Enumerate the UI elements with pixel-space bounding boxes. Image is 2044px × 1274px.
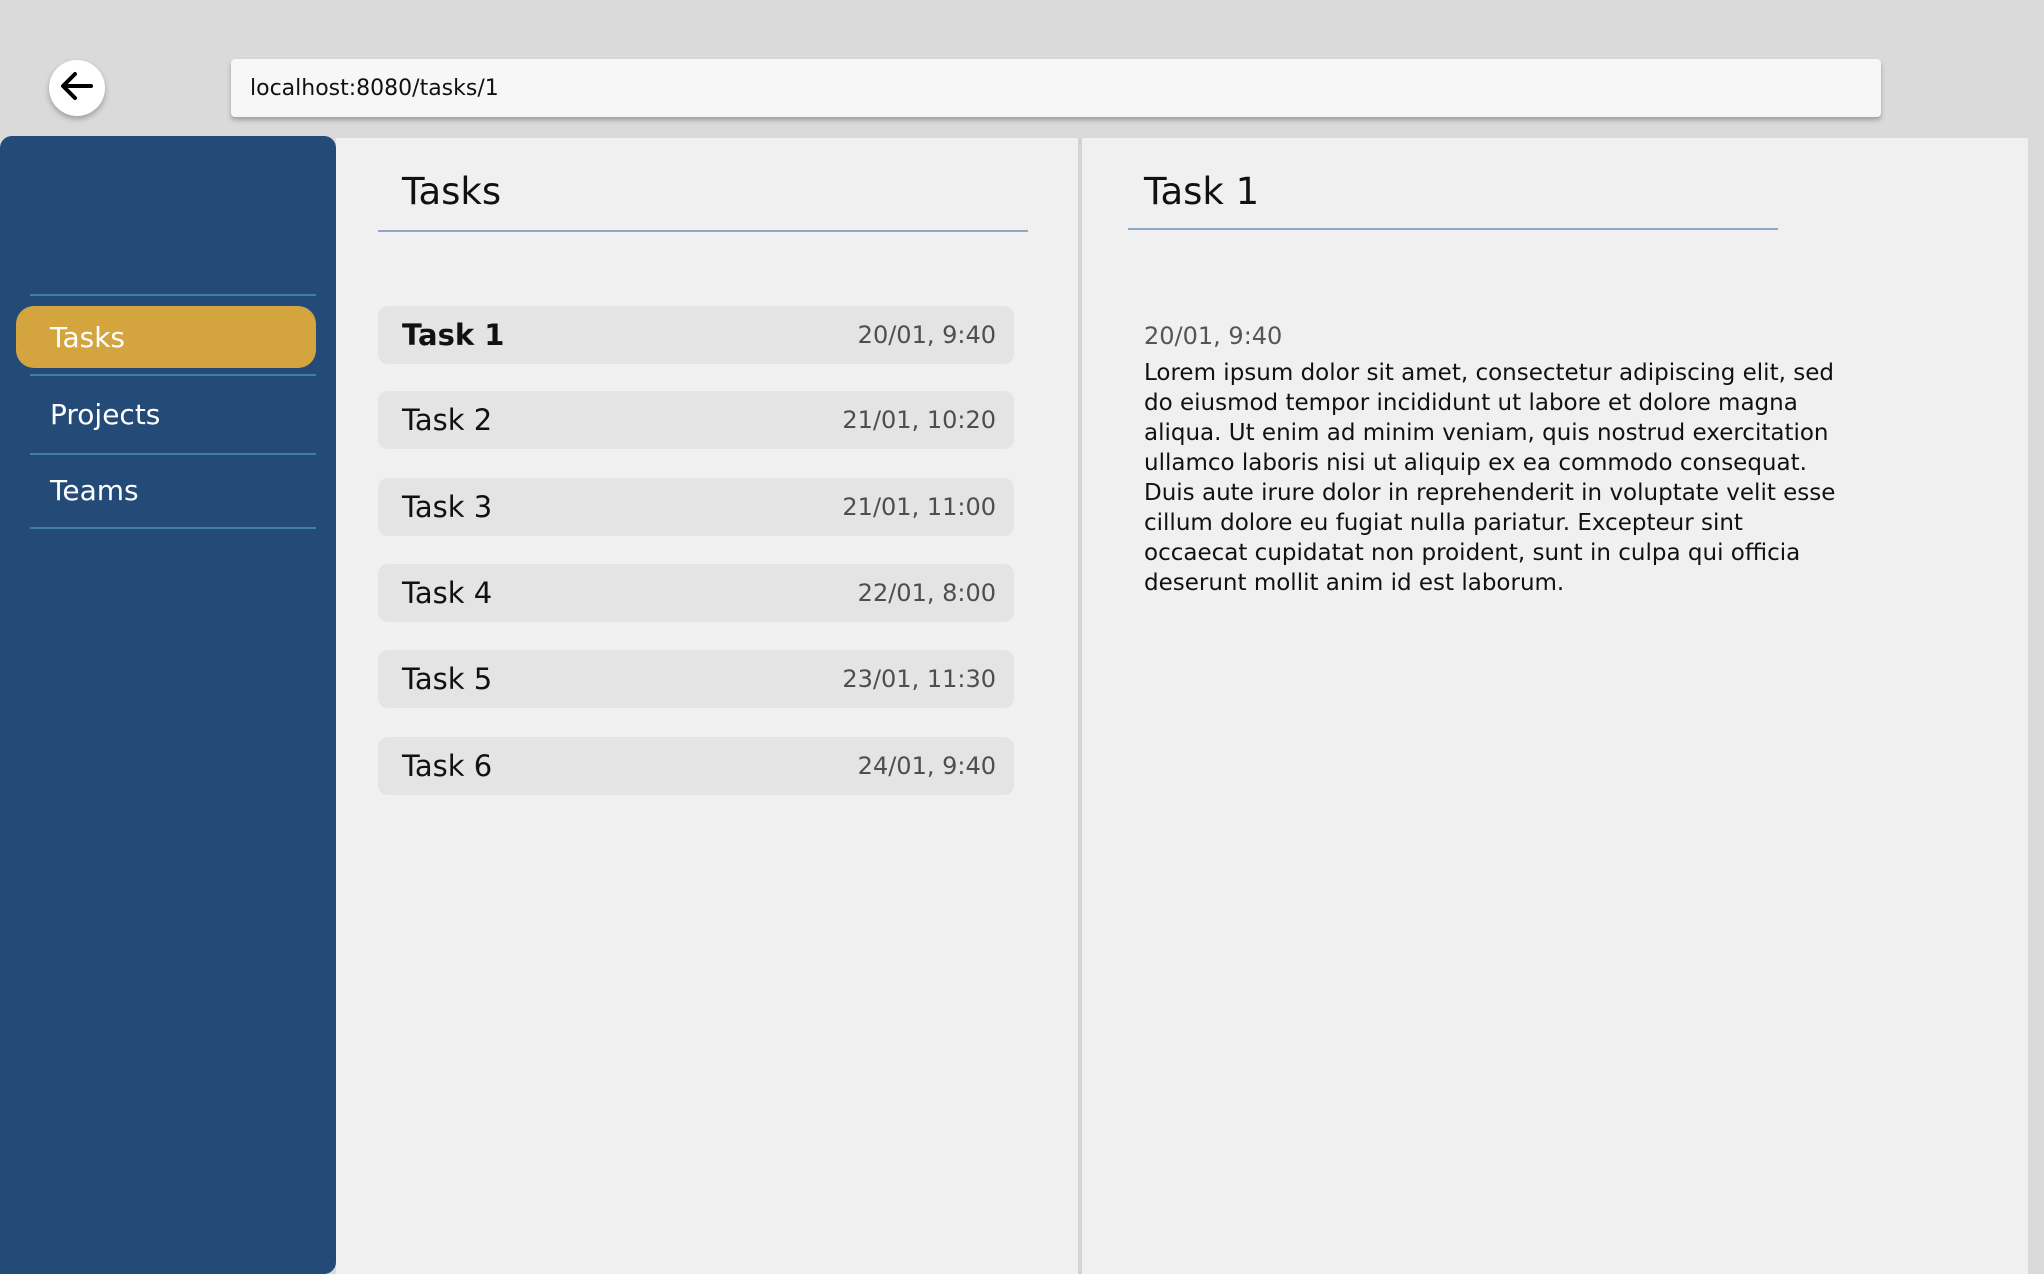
task-row-3[interactable]: Task 3 21/01, 11:00 <box>378 478 1014 536</box>
task-name: Task 2 <box>402 403 493 437</box>
task-date: 24/01, 9:40 <box>857 752 996 780</box>
detail-date: 20/01, 9:40 <box>1144 322 1283 350</box>
nav-divider <box>30 453 316 455</box>
sidebar-item-teams[interactable]: Teams <box>16 459 316 521</box>
task-date: 21/01, 10:20 <box>842 406 996 434</box>
task-detail-panel: Task 1 20/01, 9:40 Lorem ipsum dolor sit… <box>1082 138 2028 1274</box>
task-name: Task 1 <box>402 318 505 352</box>
sidebar-item-projects[interactable]: Projects <box>16 383 316 445</box>
arrow-left-icon <box>60 71 94 105</box>
address-bar[interactable]: localhost:8080/tasks/1 <box>231 59 1881 117</box>
sidebar-item-label: Tasks <box>50 320 126 354</box>
nav-divider <box>30 527 316 529</box>
task-row-4[interactable]: Task 4 22/01, 8:00 <box>378 564 1014 622</box>
task-row-6[interactable]: Task 6 24/01, 9:40 <box>378 737 1014 795</box>
page-title: Tasks <box>402 170 502 213</box>
task-date: 21/01, 11:00 <box>842 493 996 521</box>
sidebar: Tasks Projects Teams <box>0 136 336 1274</box>
task-name: Task 5 <box>402 662 493 696</box>
task-date: 22/01, 8:00 <box>857 579 996 607</box>
task-row-2[interactable]: Task 2 21/01, 10:20 <box>378 391 1014 449</box>
task-name: Task 4 <box>402 576 493 610</box>
title-underline <box>378 230 1028 232</box>
sidebar-item-label: Teams <box>50 473 139 507</box>
task-row-1[interactable]: Task 1 20/01, 9:40 <box>378 306 1014 364</box>
sidebar-item-label: Projects <box>50 397 161 431</box>
task-row-5[interactable]: Task 5 23/01, 11:30 <box>378 650 1014 708</box>
back-button[interactable] <box>49 60 105 116</box>
task-name: Task 3 <box>402 490 493 524</box>
url-text: localhost:8080/tasks/1 <box>250 75 499 101</box>
title-underline <box>1128 228 1778 230</box>
nav-divider <box>30 374 316 376</box>
task-list-panel: Tasks Task 1 20/01, 9:40 Task 2 21/01, 1… <box>336 138 1078 1274</box>
detail-description: Lorem ipsum dolor sit amet, consectetur … <box>1144 360 1836 596</box>
task-date: 20/01, 9:40 <box>857 321 996 349</box>
task-name: Task 6 <box>402 749 493 783</box>
nav-divider <box>30 294 316 296</box>
task-date: 23/01, 11:30 <box>842 665 996 693</box>
detail-title: Task 1 <box>1144 170 1260 213</box>
sidebar-item-tasks[interactable]: Tasks <box>16 306 316 368</box>
